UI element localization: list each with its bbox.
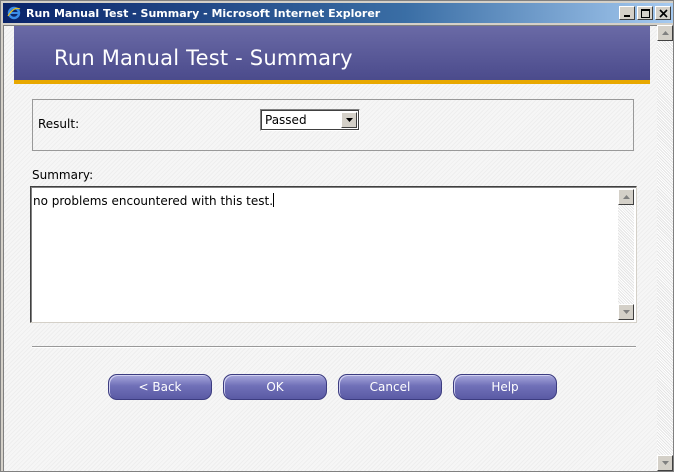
maximize-button[interactable]	[637, 6, 653, 20]
cancel-button[interactable]: Cancel	[338, 374, 442, 400]
summary-textarea[interactable]: no problems encountered with this test.	[30, 186, 637, 323]
minimize-button[interactable]	[619, 6, 635, 20]
divider	[32, 346, 636, 348]
scroll-down-icon[interactable]	[618, 304, 634, 320]
scroll-up-icon[interactable]	[657, 25, 673, 41]
summary-label: Summary:	[32, 168, 94, 182]
page-content: Run Manual Test - Summary Result: Passed…	[3, 25, 657, 471]
button-row: < Back OK Cancel Help	[108, 374, 568, 400]
page-header: Run Manual Test - Summary	[14, 26, 650, 84]
back-button[interactable]: < Back	[108, 374, 212, 400]
page-title: Run Manual Test - Summary	[54, 46, 353, 70]
result-panel: Result: Passed	[32, 99, 634, 151]
chevron-down-icon[interactable]	[341, 112, 357, 128]
window-scrollbar[interactable]	[657, 25, 673, 471]
title-bar[interactable]: Run Manual Test - Summary - Microsoft In…	[3, 3, 673, 23]
scroll-up-icon[interactable]	[618, 189, 634, 205]
result-select[interactable]: Passed	[260, 109, 360, 131]
result-select-value: Passed	[265, 113, 307, 127]
ok-button[interactable]: OK	[223, 374, 327, 400]
result-label: Result:	[38, 117, 80, 131]
close-button[interactable]	[655, 6, 671, 20]
help-button[interactable]: Help	[453, 374, 557, 400]
scroll-down-icon[interactable]	[657, 455, 673, 471]
window-title: Run Manual Test - Summary - Microsoft In…	[26, 6, 381, 20]
browser-window: Run Manual Test - Summary - Microsoft In…	[0, 0, 674, 472]
summary-scrollbar[interactable]	[618, 189, 634, 320]
summary-text: no problems encountered with this test.	[33, 193, 275, 208]
ie-icon	[6, 5, 22, 21]
